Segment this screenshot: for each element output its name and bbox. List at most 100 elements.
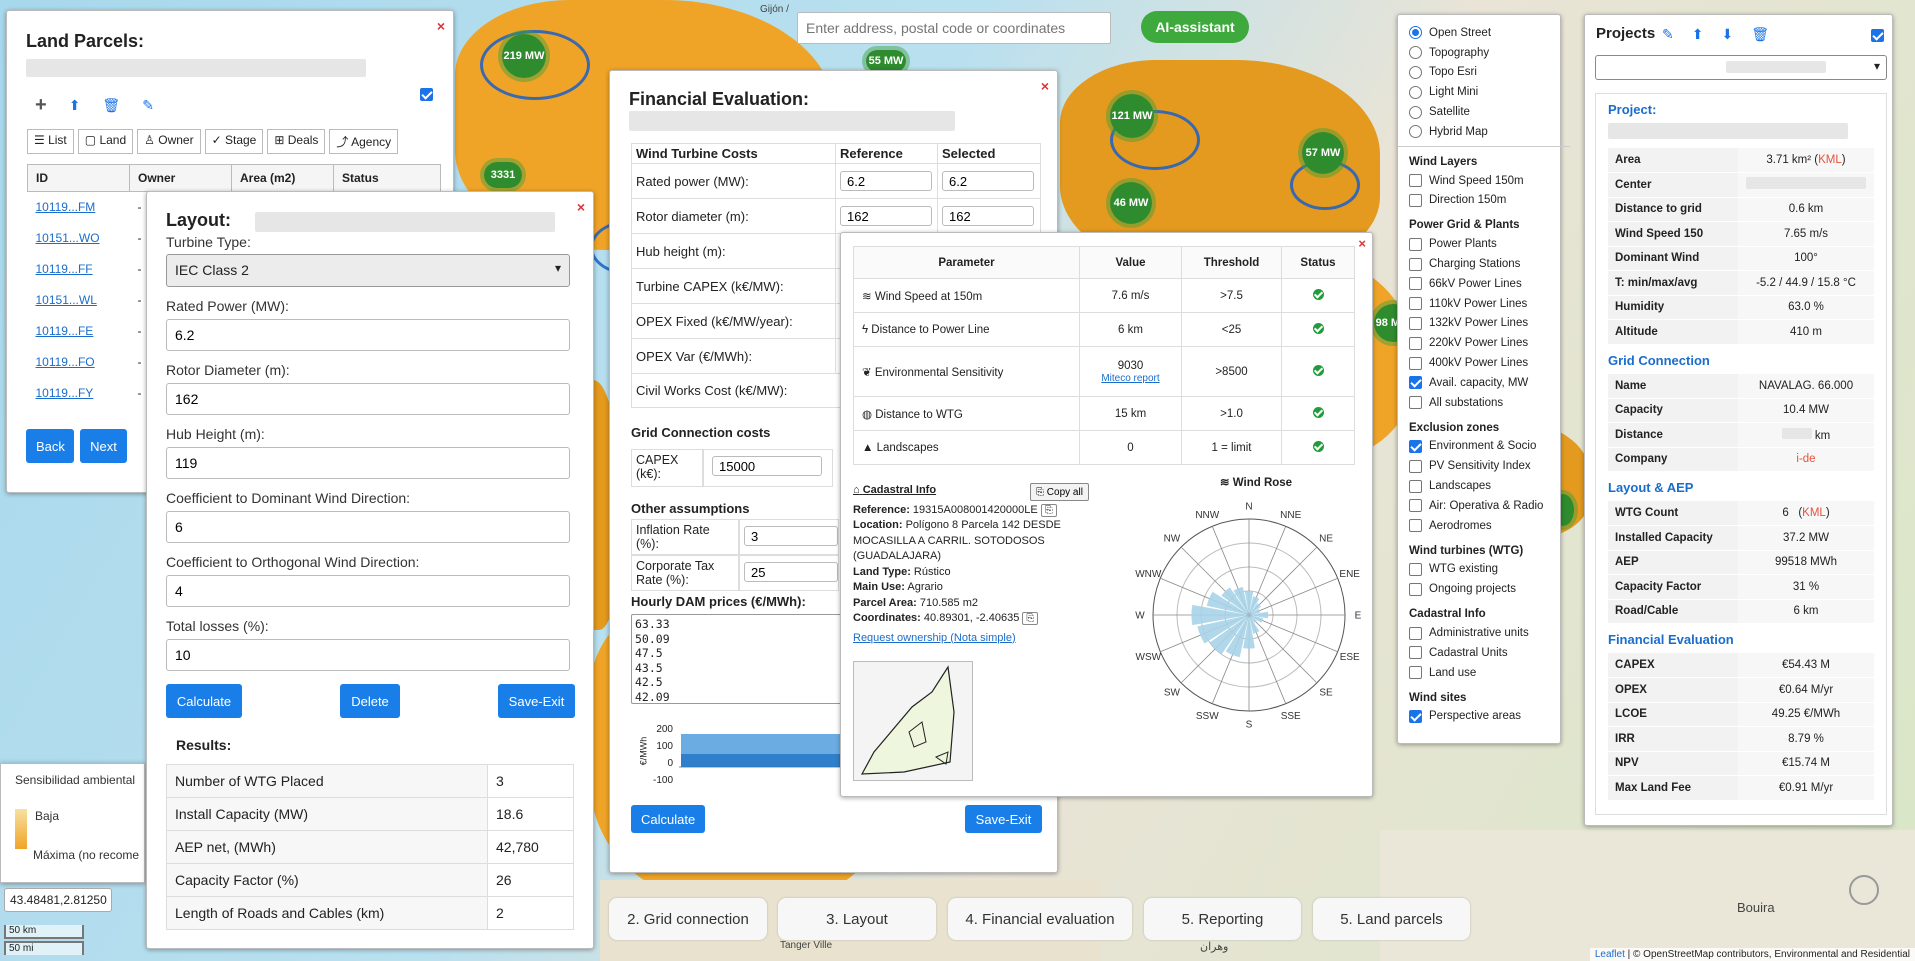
parcel-id-link[interactable]: 10119...FM bbox=[36, 200, 96, 214]
close-icon[interactable]: × bbox=[577, 200, 585, 214]
upload-icon[interactable]: ⬆ bbox=[1692, 26, 1704, 43]
layer-toggle[interactable]: Direction 150m bbox=[1409, 191, 1559, 211]
basemap-option[interactable]: Open Street bbox=[1409, 23, 1559, 43]
basemap-option[interactable]: Light Mini bbox=[1409, 82, 1559, 102]
tab-reporting[interactable]: 5. Reporting bbox=[1144, 898, 1301, 940]
layer-checkbox[interactable] bbox=[1409, 376, 1422, 390]
layer-checkbox[interactable] bbox=[1409, 277, 1422, 291]
tab-owner[interactable]: ♙ Owner bbox=[137, 129, 201, 154]
close-icon[interactable]: × bbox=[1358, 237, 1366, 250]
layer-toggle[interactable]: Landscapes bbox=[1409, 476, 1559, 496]
copy-all-button[interactable]: ⎘ Copy all bbox=[1030, 483, 1089, 501]
projects-checkbox[interactable] bbox=[1871, 29, 1884, 42]
basemap-radio[interactable] bbox=[1409, 105, 1422, 119]
orthogonal-wind-coef-input[interactable] bbox=[166, 575, 570, 607]
layer-checkbox[interactable] bbox=[1409, 237, 1422, 251]
rotor-diameter-sel-input[interactable] bbox=[942, 206, 1034, 226]
parcel-id-link[interactable]: 10151...WL bbox=[36, 293, 97, 307]
basemap-radio[interactable] bbox=[1409, 65, 1422, 79]
tab-deals[interactable]: ⊞ Deals bbox=[267, 129, 326, 154]
layer-toggle[interactable]: Land use bbox=[1409, 663, 1559, 683]
parcel-id-link[interactable]: 10119...FO bbox=[36, 355, 95, 369]
inflation-rate-input[interactable] bbox=[744, 526, 838, 546]
map-cluster[interactable]: 46 MW bbox=[1106, 178, 1156, 228]
edit-icon[interactable]: ✎ bbox=[1662, 26, 1674, 43]
layer-checkbox[interactable] bbox=[1409, 709, 1422, 723]
area-kml-link[interactable]: KML bbox=[1818, 154, 1842, 166]
delete-button[interactable]: Delete bbox=[340, 684, 400, 718]
map-cluster[interactable]: 3331 bbox=[480, 158, 526, 192]
layer-toggle[interactable]: 220kV Power Lines bbox=[1409, 333, 1559, 353]
rated-power-sel-input[interactable] bbox=[942, 171, 1034, 191]
tax-rate-input[interactable] bbox=[744, 562, 838, 582]
edit-icon[interactable]: ✎ bbox=[142, 97, 154, 114]
compass-icon[interactable] bbox=[1849, 875, 1879, 905]
request-ownership-link[interactable]: Request ownership (Nota simple) bbox=[853, 632, 1016, 644]
layer-toggle[interactable]: Aerodromes bbox=[1409, 516, 1559, 536]
layer-toggle[interactable]: Cadastral Units bbox=[1409, 643, 1559, 663]
next-button[interactable]: Next bbox=[80, 429, 127, 463]
basemap-option[interactable]: Topo Esri bbox=[1409, 63, 1559, 83]
copy-icon[interactable]: ⎘ bbox=[1022, 612, 1039, 625]
layer-checkbox[interactable] bbox=[1409, 646, 1422, 660]
layout-kml-link[interactable]: KML bbox=[1802, 507, 1826, 519]
layer-toggle[interactable]: Perspective areas bbox=[1409, 707, 1559, 727]
hub-height-input[interactable] bbox=[166, 447, 570, 479]
project-select[interactable]: ▾ bbox=[1595, 55, 1887, 80]
parcel-id-link[interactable]: 10119...FY bbox=[36, 386, 94, 400]
layer-checkbox[interactable] bbox=[1409, 582, 1422, 596]
layer-toggle[interactable]: Wind Speed 150m bbox=[1409, 171, 1559, 191]
close-icon[interactable]: × bbox=[1041, 79, 1049, 93]
close-icon[interactable]: × bbox=[437, 19, 445, 33]
layer-toggle[interactable]: Air: Operativa & Radio bbox=[1409, 496, 1559, 516]
layer-checkbox[interactable] bbox=[1409, 336, 1422, 350]
select-all-checkbox[interactable] bbox=[420, 88, 433, 101]
layer-checkbox[interactable] bbox=[1409, 257, 1422, 271]
add-icon[interactable]: + bbox=[35, 94, 47, 117]
trash-icon[interactable]: 🗑 bbox=[1751, 26, 1769, 43]
parcel-id-link[interactable]: 10119...FE bbox=[36, 324, 94, 338]
copy-icon[interactable]: ⎘ bbox=[1040, 503, 1057, 517]
basemap-option[interactable]: Topography bbox=[1409, 43, 1559, 63]
rotor-diameter-ref-input[interactable] bbox=[840, 206, 932, 226]
layer-toggle[interactable]: WTG existing bbox=[1409, 560, 1559, 580]
tab-land-parcels[interactable]: 5. Land parcels bbox=[1313, 898, 1470, 940]
basemap-radio[interactable] bbox=[1409, 46, 1422, 60]
parcel-id-link[interactable]: 10151...WO bbox=[36, 231, 100, 245]
rotor-diameter-input[interactable] bbox=[166, 383, 570, 415]
layer-checkbox[interactable] bbox=[1409, 562, 1422, 576]
search-input[interactable] bbox=[797, 12, 1111, 44]
basemap-radio[interactable] bbox=[1409, 125, 1422, 139]
dominant-wind-coef-input[interactable] bbox=[166, 511, 570, 543]
calculate-button[interactable]: Calculate bbox=[166, 684, 242, 718]
download-icon[interactable]: ⬇ bbox=[1721, 26, 1733, 43]
layer-checkbox[interactable] bbox=[1409, 316, 1422, 330]
layer-checkbox[interactable] bbox=[1409, 297, 1422, 311]
layer-checkbox[interactable] bbox=[1409, 666, 1422, 680]
tab-agency[interactable]: ⤴ Agency bbox=[329, 129, 399, 154]
layer-toggle[interactable]: PV Sensitivity Index bbox=[1409, 456, 1559, 476]
map-cluster[interactable]: 121 MW bbox=[1106, 90, 1158, 142]
layer-toggle[interactable]: All substations bbox=[1409, 393, 1559, 413]
layer-checkbox[interactable] bbox=[1409, 439, 1422, 453]
parcel-id-link[interactable]: 10119...FF bbox=[36, 262, 93, 276]
basemap-radio[interactable] bbox=[1409, 85, 1422, 99]
map-cluster[interactable]: 219 MW bbox=[498, 30, 550, 82]
grid-capex-input[interactable] bbox=[712, 456, 822, 476]
layer-toggle[interactable]: 132kV Power Lines bbox=[1409, 314, 1559, 334]
layer-checkbox[interactable] bbox=[1409, 499, 1422, 513]
layer-checkbox[interactable] bbox=[1409, 174, 1422, 188]
tab-list[interactable]: ☰ List bbox=[27, 129, 74, 154]
layer-checkbox[interactable] bbox=[1409, 626, 1422, 640]
layer-checkbox[interactable] bbox=[1409, 356, 1422, 370]
map-cluster[interactable]: 57 MW bbox=[1298, 128, 1348, 178]
layer-toggle[interactable]: Power Plants bbox=[1409, 234, 1559, 254]
basemap-option[interactable]: Hybrid Map bbox=[1409, 122, 1559, 142]
basemap-radio[interactable] bbox=[1409, 26, 1422, 40]
rated-power-input[interactable] bbox=[166, 319, 570, 351]
rated-power-ref-input[interactable] bbox=[840, 171, 932, 191]
layer-toggle[interactable]: Ongoing projects bbox=[1409, 579, 1559, 599]
layer-toggle[interactable]: 110kV Power Lines bbox=[1409, 294, 1559, 314]
layer-toggle[interactable]: Administrative units bbox=[1409, 623, 1559, 643]
miteco-report-link[interactable]: Miteco report bbox=[1101, 373, 1159, 384]
